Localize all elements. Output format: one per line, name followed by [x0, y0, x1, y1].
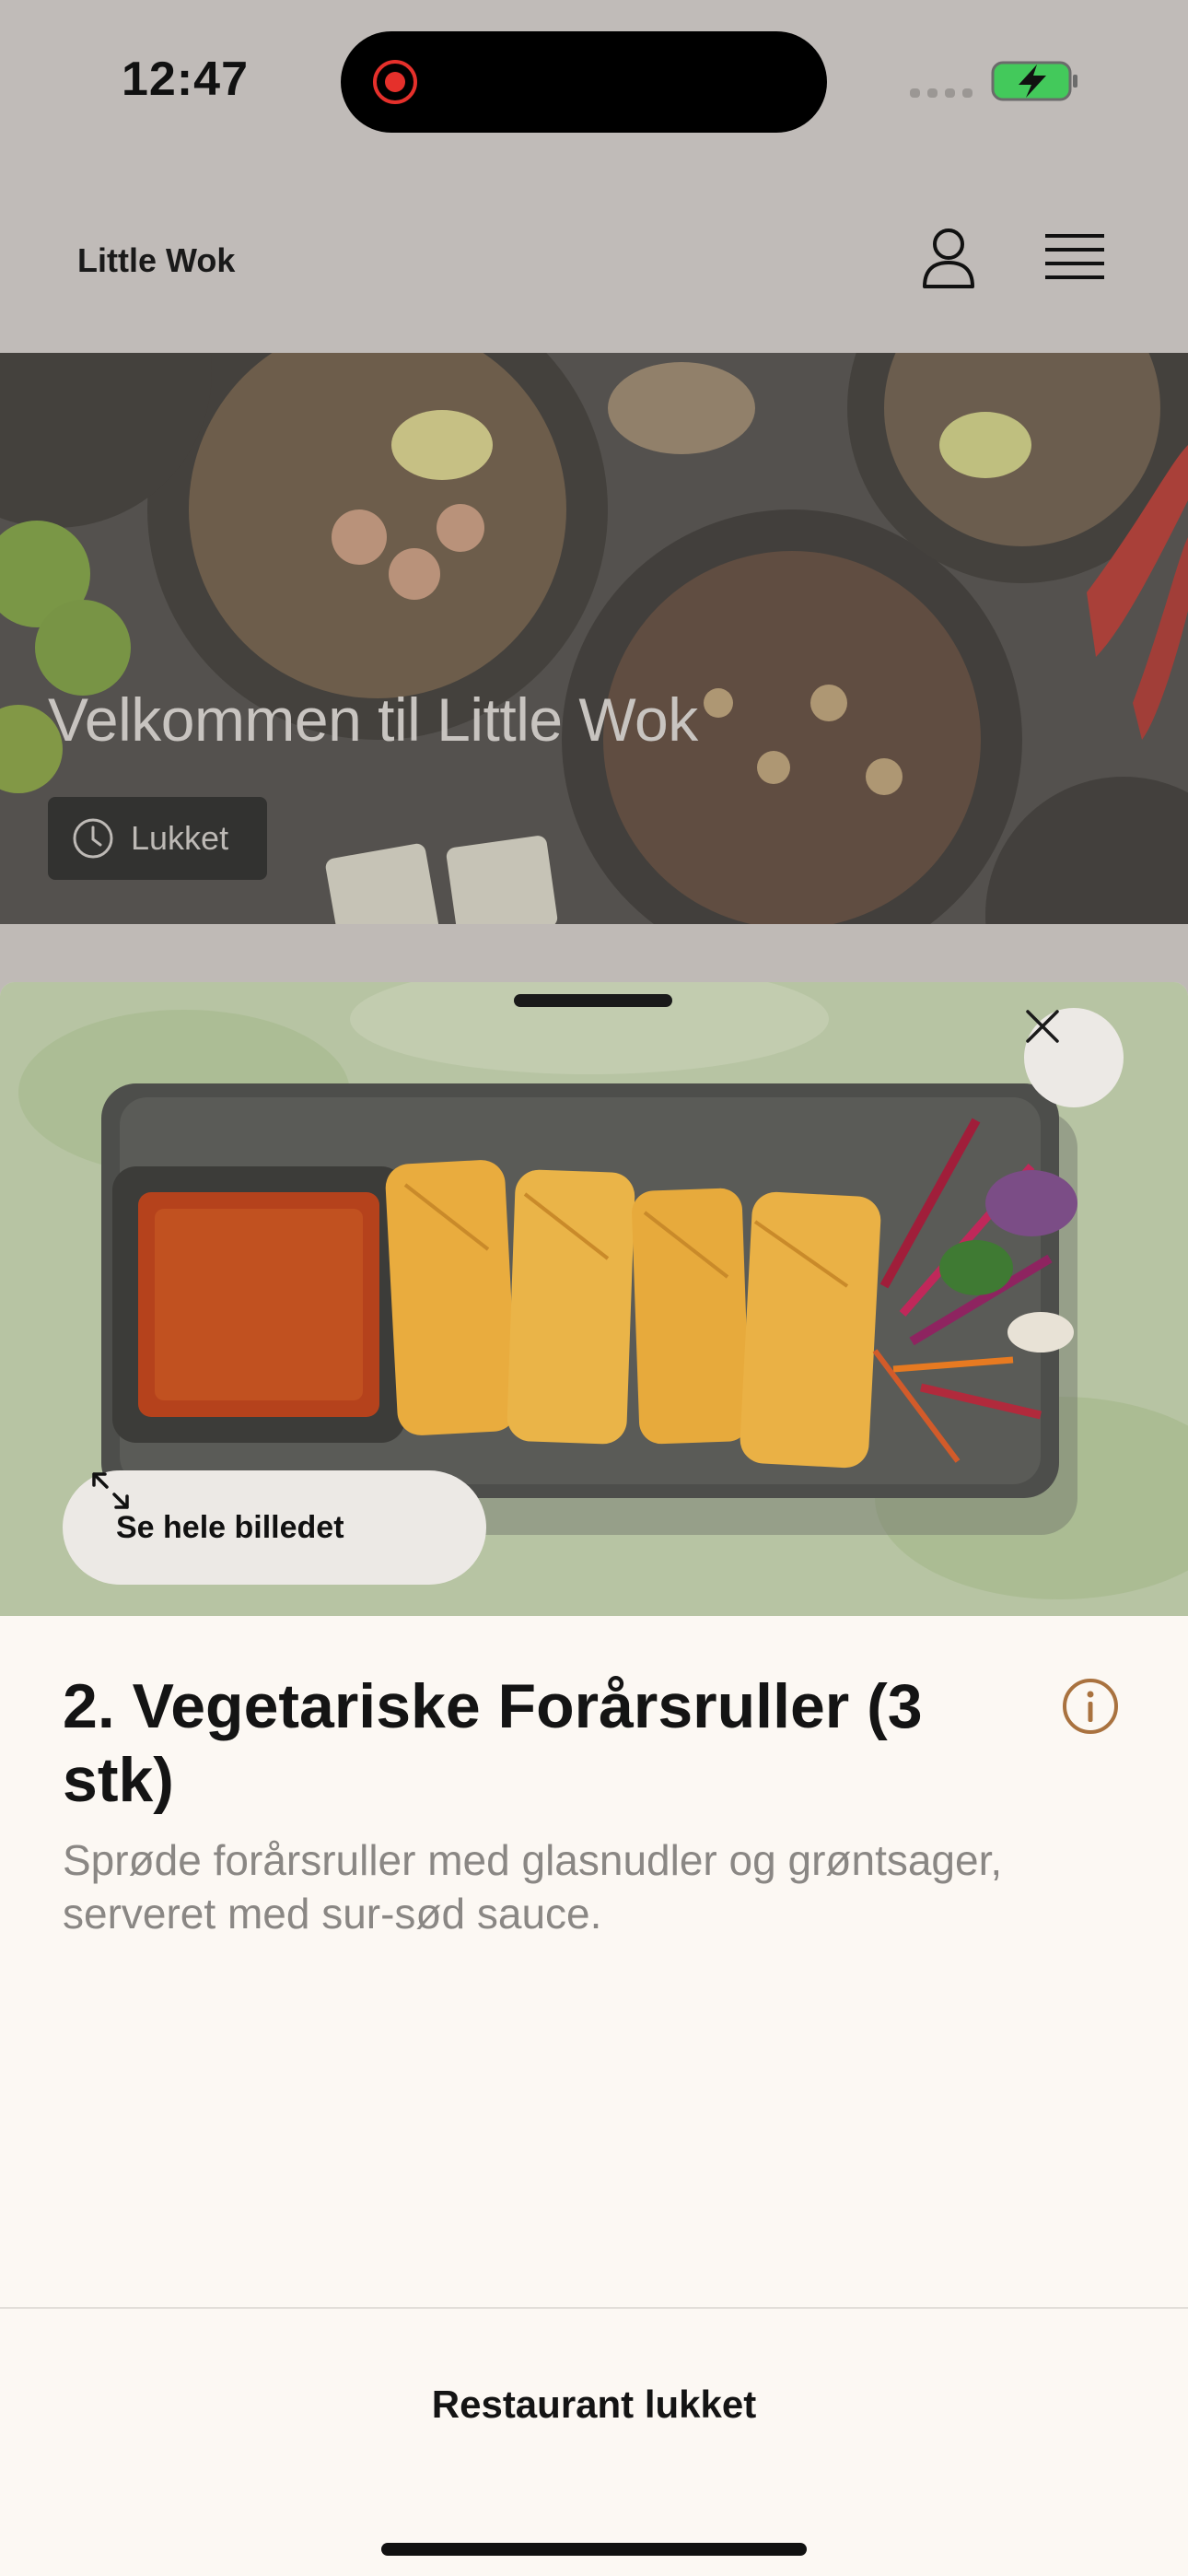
app-header: Little Wok — [0, 166, 1188, 353]
user-icon — [923, 228, 974, 288]
hero-title: Velkommen til Little Wok — [48, 685, 698, 754]
footer-divider — [0, 2307, 1188, 2309]
opening-status-label: Lukket — [131, 819, 229, 857]
close-button[interactable] — [1024, 1008, 1124, 1107]
clock-icon — [73, 818, 113, 859]
status-time: 12:47 — [122, 53, 249, 106]
cellular-signal-icon — [910, 88, 973, 98]
opening-status-badge: Lukket — [48, 797, 267, 880]
expand-icon — [92, 1472, 129, 1509]
info-icon[interactable] — [1061, 1677, 1120, 1736]
sheet-backdrop[interactable] — [0, 924, 1188, 982]
view-full-image-label: Se hele billedet — [116, 1509, 344, 1545]
profile-button[interactable] — [912, 221, 985, 295]
menu-item-description: Sprøde forårsruller med glasnudler og gr… — [63, 1836, 1003, 1938]
menu-item-image[interactable]: Se hele billedet — [0, 982, 1188, 1616]
sheet-grabber[interactable] — [514, 994, 672, 1007]
menu-item-sheet: Se hele billedet 2. Vegetariske Forårsru… — [0, 982, 1188, 2576]
close-icon — [1026, 1010, 1059, 1043]
hamburger-menu-icon — [1045, 234, 1104, 279]
recording-indicator-icon — [373, 60, 417, 104]
view-full-image-button[interactable]: Se hele billedet — [63, 1470, 486, 1585]
app-title[interactable]: Little Wok — [77, 241, 235, 280]
restaurant-closed-status: Restaurant lukket — [431, 2383, 757, 2426]
menu-item-title: 2. Vegetariske Forårsruller (3 stk) — [63, 1671, 923, 1815]
dynamic-island — [341, 31, 827, 133]
battery-charging-icon — [991, 61, 1077, 101]
status-bar: 12:47 — [0, 0, 1188, 166]
home-indicator[interactable] — [381, 2543, 807, 2556]
hero-banner: Velkommen til Little Wok Lukket — [0, 353, 1188, 924]
menu-button[interactable] — [1036, 221, 1113, 295]
